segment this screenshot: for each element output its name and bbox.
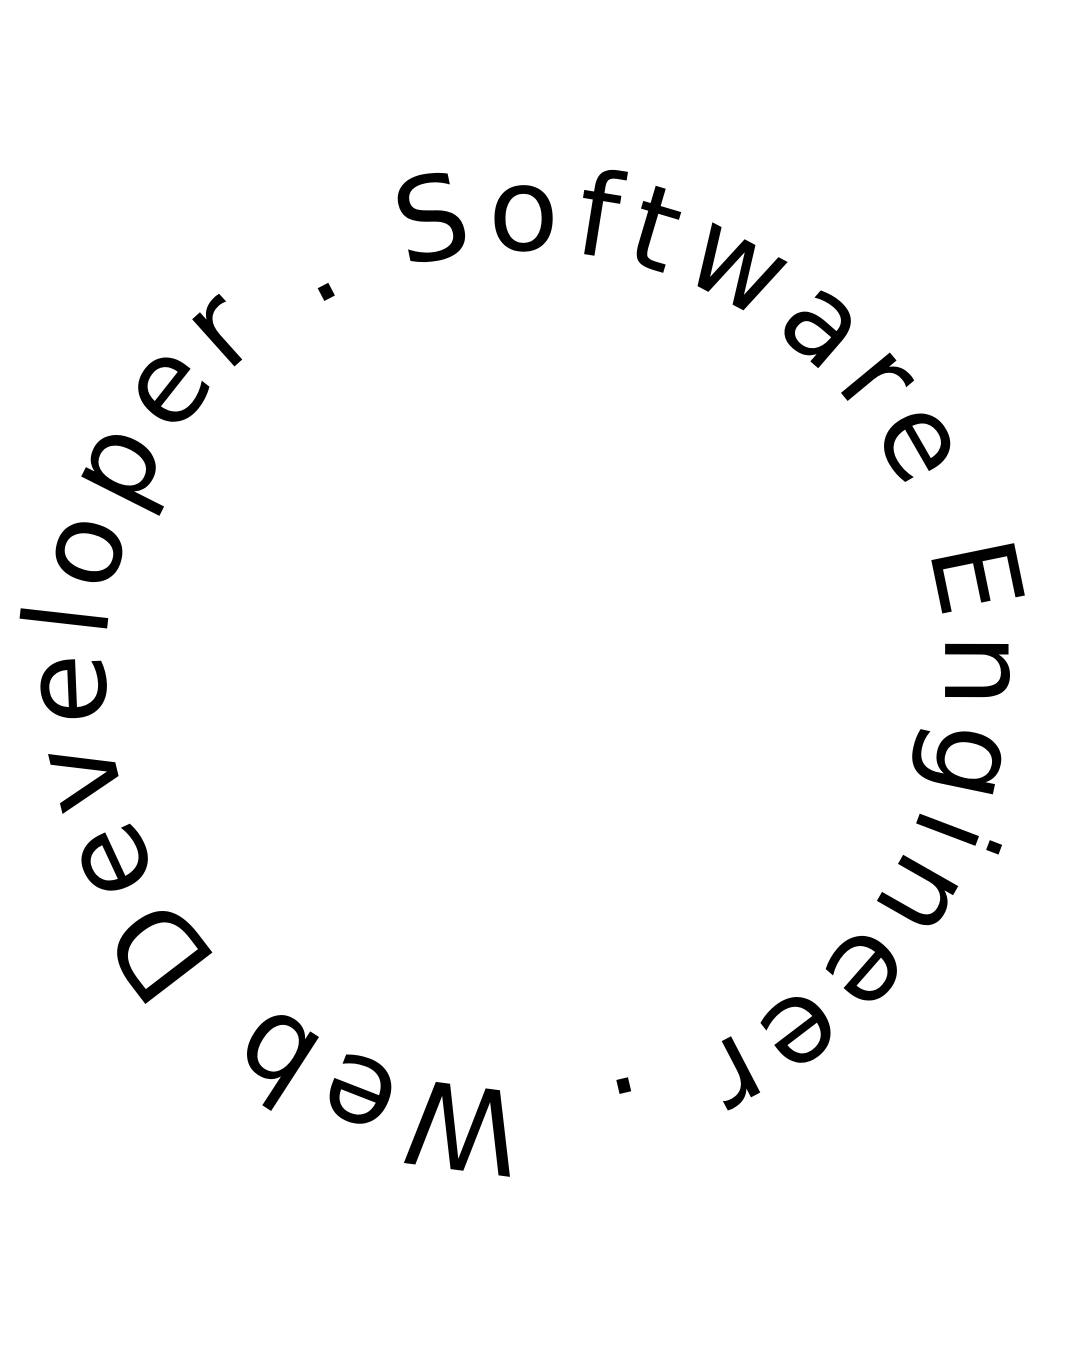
circular-text-graphic: Web Developer . Software Engineer . [0,0,1080,1350]
